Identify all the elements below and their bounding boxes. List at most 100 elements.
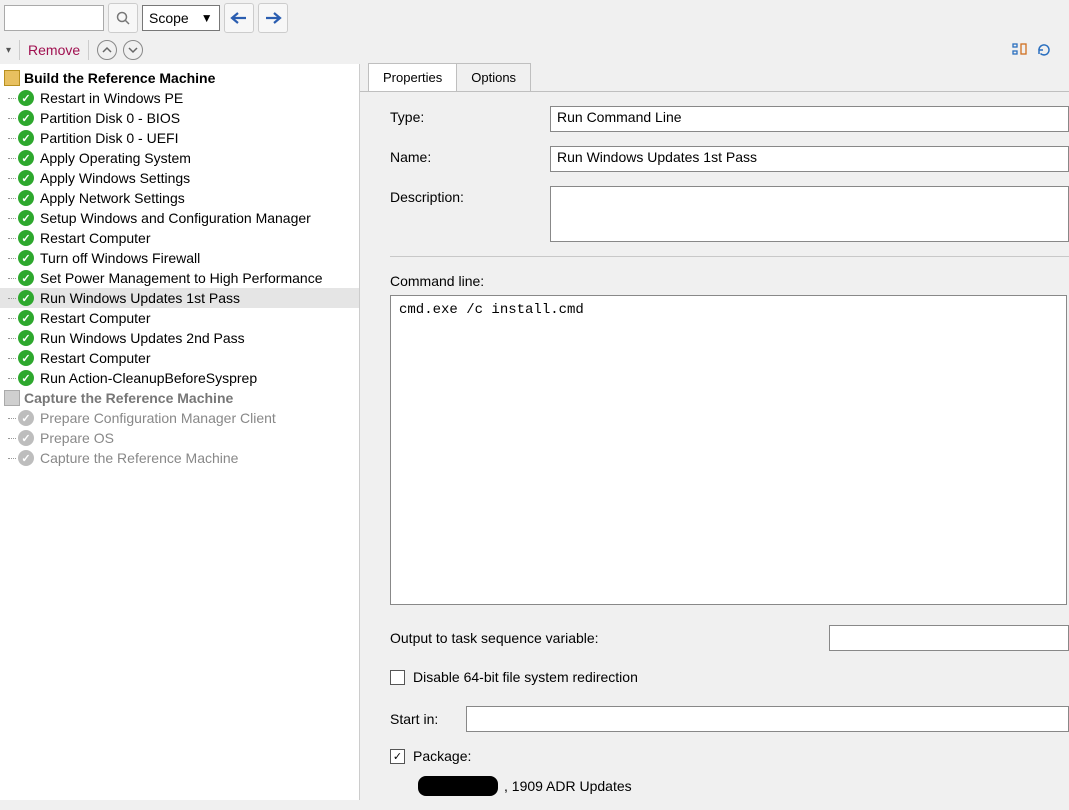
search-button[interactable] (108, 3, 138, 33)
check-circle-icon: ✓ (18, 330, 34, 346)
tree-item-label: Restart Computer (40, 310, 150, 326)
tree-item[interactable]: ✓Restart Computer (0, 308, 359, 328)
redacted-block (418, 776, 498, 796)
check-circle-icon: ✓ (18, 410, 34, 426)
tree-item[interactable]: ✓ Set Power Management to High Performanc… (0, 268, 359, 288)
tree-group-title: Build the Reference Machine (24, 70, 215, 86)
output-variable-field[interactable] (829, 625, 1069, 651)
move-up-button[interactable] (97, 40, 117, 60)
tab-bar: Properties Options (360, 63, 1069, 91)
check-circle-icon: ✓ (18, 130, 34, 146)
check-circle-icon: ✓ (18, 150, 34, 166)
tree-item[interactable]: ✓ Turn off Windows Firewall (0, 248, 359, 268)
output-variable-label: Output to task sequence variable: (390, 630, 599, 646)
tab-properties[interactable]: Properties (368, 63, 457, 91)
tree-item-label: Partition Disk 0 - BIOS (40, 110, 180, 126)
command-line-label: Command line: (390, 273, 1069, 289)
tree-item[interactable]: ✓Apply Windows Settings (0, 168, 359, 188)
startin-field[interactable] (466, 706, 1069, 732)
check-circle-icon: ✓ (18, 90, 34, 106)
separator (19, 40, 20, 60)
description-label: Description: (390, 186, 550, 205)
tree-group-title: Capture the Reference Machine (24, 390, 233, 406)
check-circle-icon: ✓ (18, 230, 34, 246)
tree-item[interactable]: ✓Restart Computer (0, 228, 359, 248)
tree-item-label: Restart Computer (40, 350, 150, 366)
nav-forward-button[interactable] (258, 3, 288, 33)
tree-item-label: Prepare OS (40, 430, 114, 446)
tree-item[interactable]: ✓ Restart in Windows PE (0, 88, 359, 108)
refresh-icon (1036, 42, 1052, 58)
app-root: Scope ▼ ▾ Remove (0, 0, 1069, 800)
tree-item[interactable]: ✓ Run Windows Updates 2nd Pass (0, 328, 359, 348)
tree-item[interactable]: ✓Setup Windows and Configuration Manager (0, 208, 359, 228)
tree-item[interactable]: ✓ Prepare OS (0, 428, 359, 448)
check-circle-icon: ✓ (18, 450, 34, 466)
tab-options[interactable]: Options (456, 63, 531, 91)
tree-item[interactable]: ✓Apply Network Settings (0, 188, 359, 208)
layout-icon-button[interactable] (1011, 41, 1029, 59)
action-bar: ▾ Remove (0, 36, 1069, 64)
check-circle-icon: ✓ (18, 270, 34, 286)
properties-panel: Properties Options Type: Run Command Lin… (360, 64, 1069, 800)
tree-item-label: Apply Operating System (40, 150, 191, 166)
tree-item-label: Turn off Windows Firewall (40, 250, 200, 266)
tree-item-label: Prepare Configuration Manager Client (40, 410, 276, 426)
tree-item-label: Setup Windows and Configuration Manager (40, 210, 311, 226)
name-label: Name: (390, 146, 550, 165)
tree-group-header[interactable]: Capture the Reference Machine (0, 388, 359, 408)
startin-label: Start in: (390, 711, 454, 727)
find-field[interactable] (4, 5, 104, 31)
name-field[interactable]: Run Windows Updates 1st Pass (550, 146, 1069, 172)
package-value: , 1909 ADR Updates (504, 778, 632, 794)
tree-item-label: Apply Windows Settings (40, 170, 190, 186)
chevron-up-icon (102, 45, 112, 55)
tree-item[interactable]: ✓ Apply Operating System (0, 148, 359, 168)
folder-icon (4, 70, 20, 86)
package-value-row: , 1909 ADR Updates (390, 776, 1069, 796)
tree-item-label: Set Power Management to High Performance (40, 270, 322, 286)
command-line-field[interactable]: cmd.exe /c install.cmd (390, 295, 1067, 605)
tab-body: Type: Run Command Line Name: Run Windows… (360, 91, 1069, 810)
separator (88, 40, 89, 60)
checkbox-icon (390, 670, 405, 685)
chevron-down-icon: ▼ (201, 11, 213, 25)
scope-dropdown[interactable]: Scope ▼ (142, 5, 220, 31)
nav-back-button[interactable] (224, 3, 254, 33)
disable-redirection-checkbox[interactable]: Disable 64-bit file system redirection (390, 669, 638, 685)
check-circle-icon: ✓ (18, 350, 34, 366)
scope-label: Scope (149, 10, 189, 26)
tree-item-label: Run Action-CleanupBeforeSysprep (40, 370, 257, 386)
tree-item-label: Run Windows Updates 2nd Pass (40, 330, 245, 346)
tree-item[interactable]: ✓ Run Action-CleanupBeforeSysprep (0, 368, 359, 388)
move-down-button[interactable] (123, 40, 143, 60)
task-sequence-tree: Build the Reference Machine ✓ Restart in W… (0, 64, 360, 800)
type-field: Run Command Line (550, 106, 1069, 132)
description-field[interactable] (550, 186, 1069, 242)
tree-item[interactable]: ✓Run Windows Updates 1st Pass (0, 288, 359, 308)
tree-item-label: Restart in Windows PE (40, 90, 183, 106)
check-circle-icon: ✓ (18, 110, 34, 126)
check-circle-icon: ✓ (18, 250, 34, 266)
tree-item-label: Capture the Reference Machine (40, 450, 238, 466)
search-icon (115, 10, 131, 26)
remove-button[interactable]: Remove (28, 42, 80, 58)
tree-item[interactable]: ✓ Partition Disk 0 - BIOS (0, 108, 359, 128)
package-checkbox[interactable]: ✓ Package: (390, 748, 471, 764)
main-split: Build the Reference Machine ✓ Restart in W… (0, 64, 1069, 800)
tree-group-header[interactable]: Build the Reference Machine (0, 68, 359, 88)
package-label: Package: (413, 748, 471, 764)
folder-icon (4, 390, 20, 406)
refresh-icon-button[interactable] (1035, 41, 1053, 59)
tree-item[interactable]: ✓Partition Disk 0 - UEFI (0, 128, 359, 148)
dropdown-toggle-icon[interactable]: ▾ (6, 45, 11, 56)
tree-item-label: Apply Network Settings (40, 190, 185, 206)
check-circle-icon: ✓ (18, 370, 34, 386)
check-circle-icon: ✓ (18, 430, 34, 446)
arrow-right-icon (264, 11, 282, 25)
tree-item[interactable]: ✓ Capture the Reference Machine (0, 448, 359, 468)
tree-item[interactable]: ✓ Prepare Configuration Manager Client (0, 408, 359, 428)
disable-redirection-label: Disable 64-bit file system redirection (413, 669, 638, 685)
tree-item[interactable]: ✓ Restart Computer (0, 348, 359, 368)
checkbox-icon: ✓ (390, 749, 405, 764)
